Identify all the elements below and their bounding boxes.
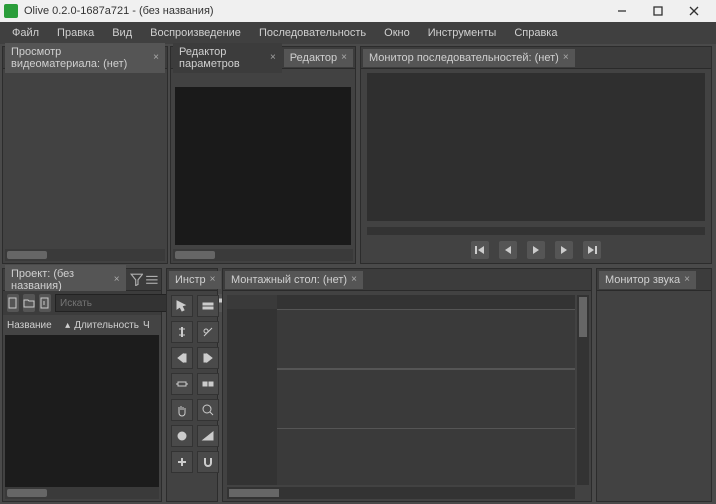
- tab-label: Монитор последовательностей: (нет): [369, 52, 559, 64]
- panel-timeline: Монтажный стол: (нет) ×: [222, 268, 592, 502]
- titlebar: Olive 0.2.0-1687a721 - (без названия): [0, 0, 716, 22]
- menu-sequence[interactable]: Последовательность: [251, 24, 374, 42]
- panel-sequence-viewer: Монитор последовательностей: (нет) ×: [360, 46, 712, 264]
- tab-project[interactable]: Проект: (без названия) ×: [5, 265, 126, 295]
- tab-label: Просмотр видеоматериала: (нет): [11, 46, 149, 70]
- menu-playback[interactable]: Воспроизведение: [142, 24, 249, 42]
- video-track[interactable]: [277, 309, 575, 369]
- panel-tools: Инстр ×: [166, 268, 218, 502]
- close-icon[interactable]: ×: [270, 52, 276, 63]
- project-list[interactable]: [5, 335, 159, 487]
- track-select-tool[interactable]: [197, 295, 219, 317]
- tab-sequence-viewer[interactable]: Монитор последовательностей: (нет) ×: [363, 49, 575, 67]
- close-icon[interactable]: ×: [153, 52, 159, 63]
- audio-meter: [597, 291, 711, 501]
- menubar: Файл Правка Вид Воспроизведение Последов…: [0, 22, 716, 44]
- tab-label: Проект: (без названия): [11, 268, 110, 292]
- razor-tool[interactable]: [197, 321, 219, 343]
- timeline-tracks[interactable]: [277, 309, 575, 485]
- app-icon: [4, 4, 18, 18]
- panel-source-viewer: Просмотр видеоматериала: (нет) ×: [2, 46, 168, 264]
- col-duration[interactable]: Длительность: [74, 320, 139, 331]
- zoom-tool[interactable]: [197, 399, 219, 421]
- tab-label: Редактор параметров: [179, 46, 266, 70]
- close-icon[interactable]: ×: [351, 274, 357, 285]
- menu-view[interactable]: Вид: [104, 24, 140, 42]
- prev-frame-button[interactable]: [499, 241, 517, 259]
- menu-file[interactable]: Файл: [4, 24, 47, 42]
- hand-tool[interactable]: [171, 399, 193, 421]
- maximize-button[interactable]: [640, 0, 676, 22]
- tab-tools[interactable]: Инстр ×: [169, 271, 221, 289]
- sequence-canvas: [367, 73, 705, 221]
- close-button[interactable]: [676, 0, 712, 22]
- tab-label: Монитор звука: [605, 274, 680, 286]
- sort-icon[interactable]: ▴: [65, 320, 70, 331]
- menu-window[interactable]: Окно: [376, 24, 418, 42]
- col-ch[interactable]: Ч: [143, 320, 157, 331]
- filter-icon[interactable]: [130, 272, 144, 288]
- playback-controls: [361, 237, 711, 263]
- minimize-button[interactable]: [604, 0, 640, 22]
- slide-tool[interactable]: [197, 373, 219, 395]
- next-frame-button[interactable]: [555, 241, 573, 259]
- ripple-right-tool[interactable]: [197, 347, 219, 369]
- new-folder-button[interactable]: [23, 294, 35, 312]
- goto-start-button[interactable]: [471, 241, 489, 259]
- timeline-ruler[interactable]: [277, 295, 575, 309]
- tab-label: Редактор: [290, 52, 337, 64]
- edit-tool[interactable]: [171, 321, 193, 343]
- close-icon[interactable]: ×: [114, 274, 120, 285]
- tab-param-editor[interactable]: Редактор параметров ×: [173, 43, 282, 73]
- audio-track[interactable]: [277, 369, 575, 429]
- goto-end-button[interactable]: [583, 241, 601, 259]
- tab-redactor[interactable]: Редактор ×: [284, 49, 353, 67]
- close-icon[interactable]: ×: [563, 52, 569, 63]
- panel-audio-monitor: Монитор звука ×: [596, 268, 712, 502]
- tab-audio-monitor[interactable]: Монитор звука ×: [599, 271, 696, 289]
- snap-tool[interactable]: [197, 451, 219, 473]
- scroll-horizontal[interactable]: [5, 487, 159, 499]
- scroll-vertical[interactable]: [577, 295, 589, 485]
- project-columns: Название ▴ Длительность Ч: [3, 315, 161, 335]
- scroll-horizontal[interactable]: [5, 249, 165, 261]
- panel-param-editor: Редактор параметров × Редактор ×: [170, 46, 356, 264]
- close-icon[interactable]: ×: [684, 274, 690, 285]
- close-icon[interactable]: ×: [341, 52, 347, 63]
- transition-tool[interactable]: [197, 425, 219, 447]
- tab-label: Монтажный стол: (нет): [231, 274, 347, 286]
- ripple-left-tool[interactable]: [171, 347, 193, 369]
- window-title: Olive 0.2.0-1687a721 - (без названия): [24, 5, 214, 17]
- pointer-tool[interactable]: [171, 295, 193, 317]
- menu-help[interactable]: Справка: [506, 24, 565, 42]
- timeline-canvas[interactable]: [227, 295, 575, 485]
- tab-source-viewer[interactable]: Просмотр видеоматериала: (нет) ×: [5, 43, 165, 73]
- panel-project: Проект: (без названия) × Название ▴ Длит…: [2, 268, 162, 502]
- scroll-horizontal[interactable]: [227, 487, 575, 499]
- menu-icon[interactable]: [145, 272, 159, 288]
- menu-edit[interactable]: Правка: [49, 24, 102, 42]
- close-icon[interactable]: ×: [210, 274, 216, 285]
- record-tool[interactable]: [171, 425, 193, 447]
- col-name[interactable]: Название: [7, 320, 61, 331]
- timeline-track-headers[interactable]: [227, 309, 277, 485]
- import-button[interactable]: [39, 294, 51, 312]
- play-button[interactable]: [527, 241, 545, 259]
- tab-timeline[interactable]: Монтажный стол: (нет) ×: [225, 271, 363, 289]
- scroll-horizontal[interactable]: [173, 249, 353, 261]
- slip-tool[interactable]: [171, 373, 193, 395]
- preview-canvas: [175, 87, 351, 245]
- add-tool[interactable]: [171, 451, 193, 473]
- menu-tools[interactable]: Инструменты: [420, 24, 505, 42]
- new-item-button[interactable]: [7, 294, 19, 312]
- sequence-scrub[interactable]: [367, 227, 705, 235]
- tab-label: Инстр: [175, 274, 206, 286]
